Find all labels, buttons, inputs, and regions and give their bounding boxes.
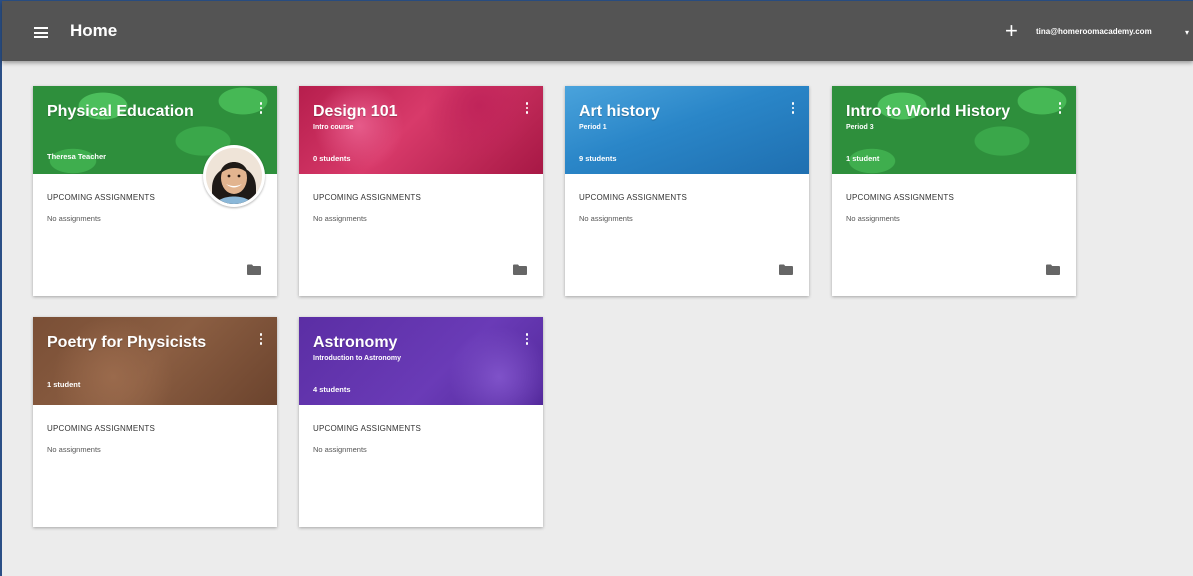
account-email[interactable]: tina@homeroomacademy.com — [1036, 27, 1152, 36]
top-app-bar: Home + tina@homeroomacademy.com ▾ — [2, 1, 1193, 61]
card-header[interactable]: Intro to World History Period 3 1 studen… — [832, 86, 1076, 174]
course-card-intro-to-world-history[interactable]: Intro to World History Period 3 1 studen… — [832, 86, 1076, 296]
course-title[interactable]: Physical Education — [47, 103, 194, 121]
more-vert-icon[interactable] — [525, 333, 529, 347]
student-count: 4 students — [313, 385, 351, 394]
card-header[interactable]: Poetry for Physicists 1 student — [33, 317, 277, 405]
more-vert-icon[interactable] — [259, 102, 263, 116]
course-section: Period 3 — [846, 124, 874, 131]
assignments-status: No assignments — [47, 214, 101, 223]
course-teacher: Theresa Teacher — [47, 152, 107, 161]
caret-down-icon[interactable]: ▾ — [1185, 28, 1189, 37]
course-section: Intro course — [313, 124, 354, 131]
course-section: Introduction to Astronomy — [313, 355, 402, 362]
avatar-illustration — [206, 148, 262, 204]
more-vert-icon[interactable] — [791, 102, 795, 116]
more-vert-icon[interactable] — [1058, 102, 1062, 116]
upcoming-assignments-label: UPCOMING ASSIGNMENTS — [579, 193, 688, 202]
folder-icon[interactable] — [779, 264, 793, 275]
upcoming-assignments-label: UPCOMING ASSIGNMENTS — [47, 193, 156, 202]
student-count: 1 student — [47, 380, 81, 389]
upcoming-assignments-label: UPCOMING ASSIGNMENTS — [313, 424, 422, 433]
course-card-art-history[interactable]: Art history Period 1 9 students UPCOMING… — [565, 86, 809, 296]
assignments-status: No assignments — [846, 214, 900, 223]
card-header[interactable]: Design 101 Intro course 0 students — [299, 86, 543, 174]
course-title[interactable]: Poetry for Physicists — [47, 334, 206, 352]
course-card-design-101[interactable]: Design 101 Intro course 0 students UPCOM… — [299, 86, 543, 296]
assignments-status: No assignments — [313, 445, 367, 454]
course-title[interactable]: Astronomy — [313, 334, 397, 352]
course-card-astronomy[interactable]: Astronomy Introduction to Astronomy 4 st… — [299, 317, 543, 527]
more-vert-icon[interactable] — [259, 333, 263, 347]
assignments-status: No assignments — [579, 214, 633, 223]
folder-icon[interactable] — [1046, 264, 1060, 275]
course-card-poetry-for-physicists[interactable]: Poetry for Physicists 1 student UPCOMING… — [33, 317, 277, 527]
upcoming-assignments-label: UPCOMING ASSIGNMENTS — [313, 193, 422, 202]
teacher-avatar — [203, 145, 265, 207]
assignments-status: No assignments — [313, 214, 367, 223]
course-card-physical-education[interactable]: Physical Education Theresa Teacher UPCOM… — [33, 86, 277, 296]
course-section: Period 1 — [579, 124, 607, 131]
card-header[interactable]: Art history Period 1 9 students — [565, 86, 809, 174]
course-title[interactable]: Art history — [579, 103, 660, 121]
folder-icon[interactable] — [513, 264, 527, 275]
student-count: 1 student — [846, 154, 880, 163]
assignments-status: No assignments — [47, 445, 101, 454]
menu-icon[interactable] — [34, 27, 48, 38]
student-count: 9 students — [579, 154, 617, 163]
student-count: 0 students — [313, 154, 351, 163]
more-vert-icon[interactable] — [525, 102, 529, 116]
plus-icon[interactable]: + — [1005, 20, 1018, 42]
course-title[interactable]: Intro to World History — [846, 103, 1010, 121]
page-title: Home — [70, 21, 118, 40]
upcoming-assignments-label: UPCOMING ASSIGNMENTS — [47, 424, 156, 433]
card-header[interactable]: Astronomy Introduction to Astronomy 4 st… — [299, 317, 543, 405]
course-title[interactable]: Design 101 — [313, 103, 397, 121]
folder-icon[interactable] — [247, 264, 261, 275]
upcoming-assignments-label: UPCOMING ASSIGNMENTS — [846, 193, 955, 202]
